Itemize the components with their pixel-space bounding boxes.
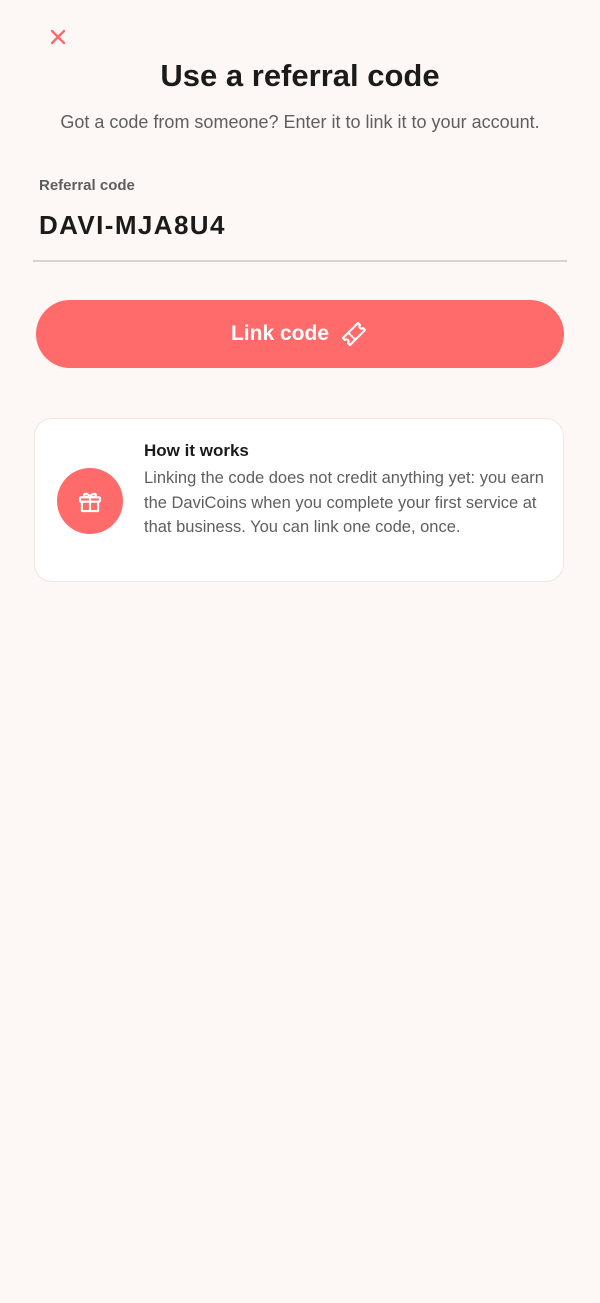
close-icon bbox=[50, 29, 66, 45]
link-code-button-label: Link code bbox=[230, 322, 330, 345]
how-it-works-title: How it works bbox=[144, 441, 249, 460]
how-it-works-text: How it works Linking the code does not c… bbox=[144, 441, 544, 540]
gift-icon bbox=[78, 492, 102, 513]
referral-code-input[interactable] bbox=[39, 210, 559, 241]
referral-code-underline bbox=[33, 260, 567, 262]
gift-icon-badge bbox=[57, 468, 123, 534]
page-title: Use a referral code bbox=[160, 58, 440, 93]
close-button[interactable] bbox=[40, 19, 76, 55]
how-it-works-card: How it works Linking the code does not c… bbox=[34, 418, 564, 582]
page-subtitle: Got a code from someone? Enter it to lin… bbox=[60, 112, 540, 132]
how-it-works-body: Linking the code does not credit anythin… bbox=[144, 469, 544, 536]
link-code-button[interactable]: Link code bbox=[36, 300, 564, 368]
referral-code-label: Referral code bbox=[39, 177, 135, 194]
ticket-icon bbox=[341, 321, 367, 347]
referral-code-field: Referral code bbox=[33, 172, 567, 262]
